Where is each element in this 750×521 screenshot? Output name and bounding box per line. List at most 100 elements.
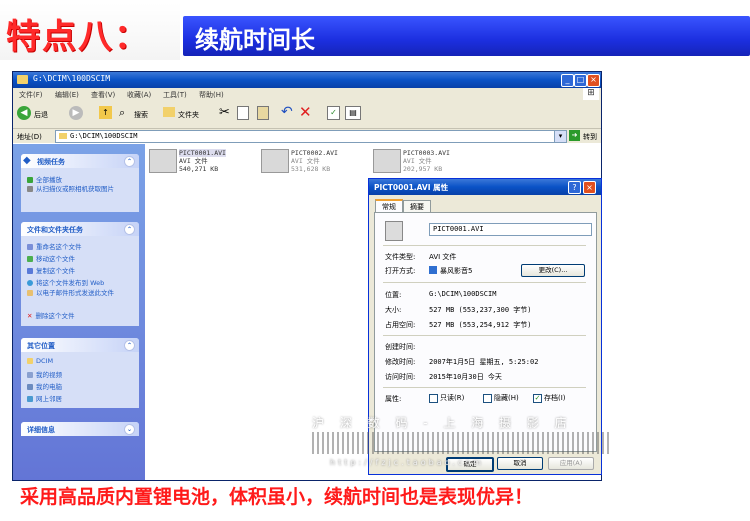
minimize-button[interactable]: _: [561, 74, 574, 87]
menu-view[interactable]: 查看(V): [91, 90, 115, 100]
details-panel: 详细信息 ⌄: [21, 422, 139, 436]
file-item[interactable]: PICT0001.AVI AVI 文件 540,271 KB: [149, 146, 259, 176]
menu-edit[interactable]: 编辑(E): [55, 90, 79, 100]
task-label: 复制这个文件: [36, 267, 75, 275]
open-with-value: 暴风影音5: [440, 267, 473, 275]
archive-checkbox[interactable]: ✓ 存档(I): [533, 393, 566, 403]
move-icon: [27, 256, 33, 262]
windows-logo-icon: ⊞: [583, 88, 599, 100]
place-network[interactable]: 网上邻居: [27, 393, 62, 403]
address-label: 地址(D): [17, 133, 42, 141]
task-label: 从扫描仪或照相机获取图片: [36, 185, 114, 193]
readonly-checkbox[interactable]: 只读(R): [429, 393, 464, 403]
file-type: AVI 文件: [179, 157, 208, 165]
copy-icon[interactable]: [237, 106, 249, 120]
folders-icon[interactable]: [163, 107, 175, 117]
forward-arrow-icon[interactable]: ▶: [69, 106, 83, 120]
place-my-videos[interactable]: 我的视频: [27, 369, 62, 379]
feature-title-bar: 续航时间长: [183, 16, 750, 56]
file-tasks-panel: 文件和文件夹任务 ⌃ 重命名这个文件 移动这个文件 复制这个文件 将这个文件发布…: [21, 222, 139, 326]
delete-icon[interactable]: ✕: [299, 103, 312, 121]
filename-input[interactable]: PICT0001.AVI: [429, 223, 592, 236]
explorer-titlebar: G:\DCIM\100DSCIM _ □ ×: [13, 72, 601, 88]
disk-size-label: 占用空间:: [385, 321, 416, 329]
expand-icon[interactable]: ⌄: [124, 424, 135, 435]
file-item[interactable]: PICT0002.AVI AVI 文件 531,628 KB: [261, 146, 371, 176]
avi-file-icon: [149, 149, 177, 173]
back-arrow-icon[interactable]: ◀: [17, 106, 31, 120]
task-email[interactable]: 以电子邮件形式发送此文件: [27, 289, 136, 297]
explorer-title: G:\DCIM\100DSCIM: [33, 74, 111, 83]
search-icon[interactable]: ⌕: [119, 106, 132, 119]
address-dropdown-icon[interactable]: ▾: [554, 130, 567, 143]
file-info: PICT0002.AVI AVI 文件 531,628 KB: [291, 149, 338, 173]
task-label: 移动这个文件: [36, 255, 75, 263]
go-label[interactable]: 转到: [583, 132, 597, 142]
cancel-button[interactable]: 取消: [497, 457, 543, 470]
location-label: 位置:: [385, 291, 402, 299]
go-arrow-icon[interactable]: ➜: [569, 130, 580, 141]
up-folder-icon[interactable]: ↑: [99, 106, 112, 119]
other-places-header[interactable]: 其它位置 ⌃: [21, 338, 139, 352]
place-my-computer[interactable]: 我的电脑: [27, 381, 62, 391]
readonly-label: 只读(R): [440, 394, 465, 402]
avi-file-icon: [373, 149, 401, 173]
dialog-close-button[interactable]: ×: [583, 181, 596, 194]
back-label[interactable]: 后退: [34, 110, 48, 120]
file-name: PICT0003.AVI: [403, 149, 450, 157]
video-tasks-header[interactable]: ◆ 视频任务 ⌃: [21, 154, 139, 168]
modified-value: 2007年1月5日 星期五, 5:25:02: [429, 358, 539, 366]
help-button[interactable]: ?: [568, 181, 581, 194]
avi-file-icon: [385, 221, 403, 241]
created-label: 创建时间:: [385, 343, 416, 351]
task-play-all[interactable]: 全部播放: [27, 174, 62, 184]
other-places-title: 其它位置: [27, 342, 55, 350]
task-import-from-camera[interactable]: 从扫描仪或照相机获取图片: [27, 185, 136, 193]
file-item[interactable]: PICT0003.AVI AVI 文件 202,957 KB: [373, 146, 483, 176]
divider: [383, 245, 586, 246]
menu-help[interactable]: 帮助(H): [199, 90, 224, 100]
collapse-icon[interactable]: ⌃: [124, 224, 135, 235]
divider: [383, 335, 586, 336]
feature-badge: 特点八：: [0, 3, 180, 60]
search-label[interactable]: 搜索: [134, 110, 148, 120]
hidden-checkbox[interactable]: 隐藏(H): [483, 393, 519, 403]
close-button[interactable]: ×: [587, 74, 600, 87]
file-tasks-header[interactable]: 文件和文件夹任务 ⌃: [21, 222, 139, 236]
paste-icon[interactable]: [257, 106, 269, 120]
accessed-value: 2015年10月30日 今天: [429, 373, 502, 381]
attributes-label: 属性:: [385, 395, 402, 403]
task-publish-web[interactable]: 将这个文件发布到 Web: [27, 277, 104, 287]
menu-tools[interactable]: 工具(T): [163, 90, 187, 100]
task-rename[interactable]: 重命名这个文件: [27, 241, 82, 251]
details-header[interactable]: 详细信息 ⌄: [21, 422, 139, 436]
slogan-text: 采用高品质内置锂电池，体积虽小，续航时间也是表现优异！: [20, 486, 534, 508]
modified-label: 修改时间:: [385, 358, 416, 366]
task-copy[interactable]: 复制这个文件: [27, 265, 75, 275]
toolbar: ◀ 后退 ▶ ↑ ⌕ 搜索 文件夹 ✂ ↶ ✕ ✓ ▤: [13, 100, 601, 129]
address-bar: 地址(D) G:\DCIM\100DSCIM ▾ ➜ 转到: [13, 129, 601, 143]
watermark-url: http://fzjc.taobao.com: [330, 458, 484, 467]
views-icon[interactable]: ▤: [345, 106, 361, 120]
file-size: 540,271 KB: [179, 165, 219, 173]
other-places-panel: 其它位置 ⌃ DCIM 我的视频 我的电脑 网上邻居: [21, 338, 139, 408]
undo-icon[interactable]: ↶: [281, 104, 293, 120]
maximize-button[interactable]: □: [574, 74, 587, 87]
cut-icon[interactable]: ✂: [219, 105, 230, 120]
menu-file[interactable]: 文件(F): [19, 90, 43, 100]
folder-icon: [17, 75, 28, 84]
collapse-icon[interactable]: ⌃: [124, 156, 135, 167]
address-input[interactable]: G:\DCIM\100DSCIM: [55, 130, 567, 143]
task-delete[interactable]: ✕ 删除这个文件: [27, 310, 74, 320]
task-move[interactable]: 移动这个文件: [27, 253, 75, 263]
web-icon: [27, 280, 33, 286]
place-label: 我的电脑: [36, 383, 62, 391]
properties-icon[interactable]: ✓: [327, 106, 340, 120]
change-button[interactable]: 更改(C)...: [521, 264, 585, 277]
folders-label[interactable]: 文件夹: [178, 110, 199, 120]
collapse-icon[interactable]: ⌃: [124, 340, 135, 351]
menu-favorites[interactable]: 收藏(A): [127, 90, 151, 100]
place-dcim[interactable]: DCIM: [27, 357, 53, 365]
apply-button[interactable]: 应用(A): [548, 457, 594, 470]
file-type-value: AVI 文件: [429, 253, 457, 261]
